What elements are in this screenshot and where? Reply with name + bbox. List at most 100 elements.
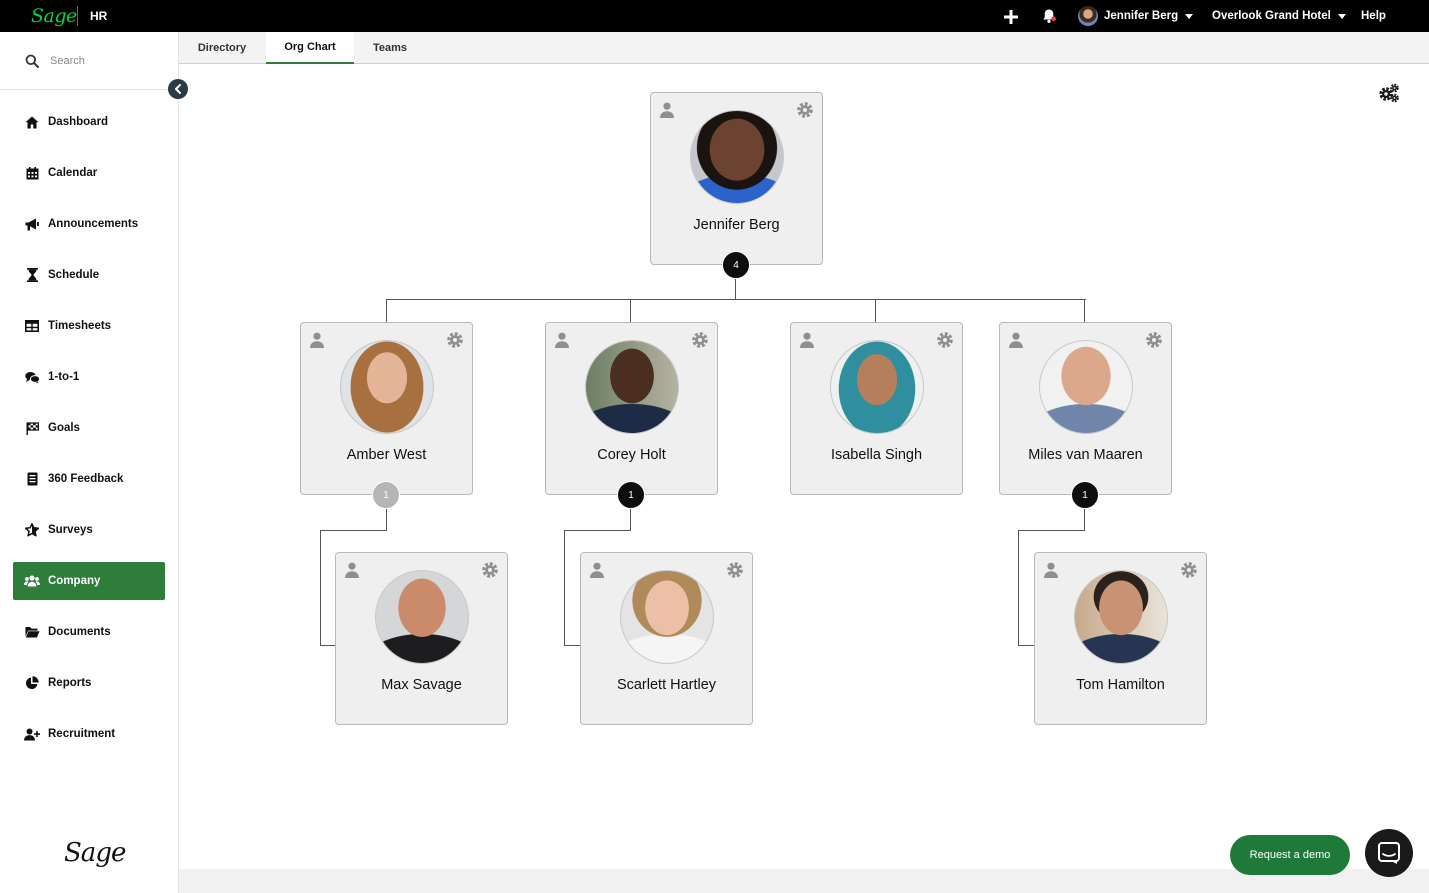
sidebar-item-company[interactable]: Company (13, 562, 165, 600)
calendar-icon (24, 165, 40, 181)
app-label: HR (90, 9, 108, 23)
collapse-sidebar-button[interactable] (168, 79, 188, 99)
connector-line (564, 530, 565, 646)
help-link[interactable]: Help (1361, 10, 1386, 22)
connector-line (564, 645, 580, 646)
sidebar-item-reports[interactable]: Reports (13, 664, 165, 702)
connector-line (630, 508, 631, 530)
connector-line (1018, 530, 1019, 646)
org-card-isabella-singh[interactable]: Isabella Singh (790, 322, 963, 495)
sage-footer-logo: Sage (64, 838, 126, 868)
connector-line (875, 299, 876, 323)
org-card-jennifer-berg[interactable]: Jennifer Berg (650, 92, 823, 265)
user-plus-icon (24, 726, 40, 742)
top-bar: Sage HR Jennifer Berg Overlook Grand Hot… (0, 0, 1429, 32)
sidebar-item-timesheets[interactable]: Timesheets (13, 307, 165, 345)
employee-name: Max Savage (381, 677, 462, 693)
sidebar-item-recruitment[interactable]: Recruitment (13, 715, 165, 753)
connector-line (630, 299, 631, 323)
sidebar-item-goals[interactable]: Goals (13, 409, 165, 447)
sage-logo[interactable]: Sage (31, 5, 77, 27)
person-icon (345, 562, 359, 578)
direct-reports-badge[interactable]: 4 (722, 251, 750, 279)
direct-reports-badge[interactable]: 1 (617, 481, 645, 509)
sidebar-item-label: Calendar (48, 167, 98, 179)
sidebar-item-360-feedback[interactable]: 360 Feedback (13, 460, 165, 498)
avatar (375, 570, 469, 664)
connector-line (386, 508, 387, 530)
sidebar-item-1-to-1[interactable]: 1-to-1 (13, 358, 165, 396)
direct-reports-badge[interactable]: 1 (372, 481, 400, 509)
sidebar-search (0, 32, 178, 90)
sidebar-item-label: Goals (48, 422, 80, 434)
person-icon (590, 562, 604, 578)
sidebar-item-label: Documents (48, 626, 111, 638)
person-icon (800, 332, 814, 348)
logo-divider (77, 6, 78, 26)
chat-bubbles-icon (24, 369, 40, 385)
connector-line (564, 530, 631, 531)
org-card-miles-van-maaren[interactable]: Miles van Maaren (999, 322, 1172, 495)
gear-icon[interactable] (691, 331, 709, 349)
employee-name: Corey Holt (597, 447, 666, 463)
connector-line (320, 530, 387, 531)
avatar (585, 340, 679, 434)
person-icon (1044, 562, 1058, 578)
sidebar-item-label: 1-to-1 (48, 371, 80, 383)
sidebar-item-label: Company (48, 575, 101, 587)
tab-teams[interactable]: Teams (355, 32, 425, 64)
bell-icon[interactable] (1041, 8, 1057, 24)
sidebar-item-dashboard[interactable]: Dashboard (13, 103, 165, 141)
gear-icon[interactable] (796, 101, 814, 119)
org-card-amber-west[interactable]: Amber West (300, 322, 473, 495)
gear-icon[interactable] (481, 561, 499, 579)
chat-launcher-button[interactable] (1365, 829, 1413, 877)
person-icon (660, 102, 674, 118)
gear-icon[interactable] (1180, 561, 1198, 579)
tab-bar: Directory Org Chart Teams (179, 32, 1429, 64)
sidebar-item-label: Timesheets (48, 320, 112, 332)
employee-name: Isabella Singh (830, 447, 923, 463)
home-icon (24, 114, 40, 130)
person-icon (1009, 332, 1023, 348)
connector-line (735, 277, 736, 300)
gear-icon[interactable] (726, 561, 744, 579)
request-demo-button[interactable]: Request a demo (1230, 835, 1350, 875)
person-icon (310, 332, 324, 348)
search-input[interactable] (50, 52, 165, 70)
clipboard-icon (24, 471, 40, 487)
plus-icon[interactable] (1003, 9, 1019, 25)
connector-line (320, 645, 336, 646)
sidebar-item-label: Surveys (48, 524, 93, 536)
avatar (830, 340, 924, 434)
direct-reports-badge[interactable]: 1 (1071, 481, 1099, 509)
org-card-scarlett-hartley[interactable]: Scarlett Hartley (580, 552, 753, 725)
sidebar-item-surveys[interactable]: Surveys (13, 511, 165, 549)
flag-icon (24, 420, 40, 436)
sidebar-item-announcements[interactable]: Announcements (13, 205, 165, 243)
chevron-down-icon (1185, 13, 1194, 19)
hourglass-icon (24, 267, 40, 283)
org-card-max-savage[interactable]: Max Savage (335, 552, 508, 725)
org-card-tom-hamilton[interactable]: Tom Hamilton (1034, 552, 1207, 725)
sidebar-item-label: Reports (48, 677, 92, 689)
sidebar-item-label: Schedule (48, 269, 100, 281)
connector-line (386, 299, 1086, 300)
sidebar-item-documents[interactable]: Documents (13, 613, 165, 651)
gear-icon[interactable] (1145, 331, 1163, 349)
gear-icon[interactable] (936, 331, 954, 349)
avatar (1039, 340, 1133, 434)
chart-settings-gears-icon[interactable] (1378, 83, 1400, 103)
gear-icon[interactable] (446, 331, 464, 349)
sidebar-item-calendar[interactable]: Calendar (13, 154, 165, 192)
pie-chart-icon (24, 675, 40, 691)
sidebar-item-schedule[interactable]: Schedule (13, 256, 165, 294)
user-menu[interactable]: Jennifer Berg (1078, 6, 1194, 26)
tab-org-chart[interactable]: Org Chart (266, 32, 354, 64)
connector-line (386, 299, 387, 323)
org-card-corey-holt[interactable]: Corey Holt (545, 322, 718, 495)
tab-directory[interactable]: Directory (179, 32, 265, 64)
company-menu[interactable]: Overlook Grand Hotel (1212, 6, 1346, 26)
sidebar-item-label: Dashboard (48, 116, 109, 128)
chevron-down-icon (1337, 13, 1346, 19)
